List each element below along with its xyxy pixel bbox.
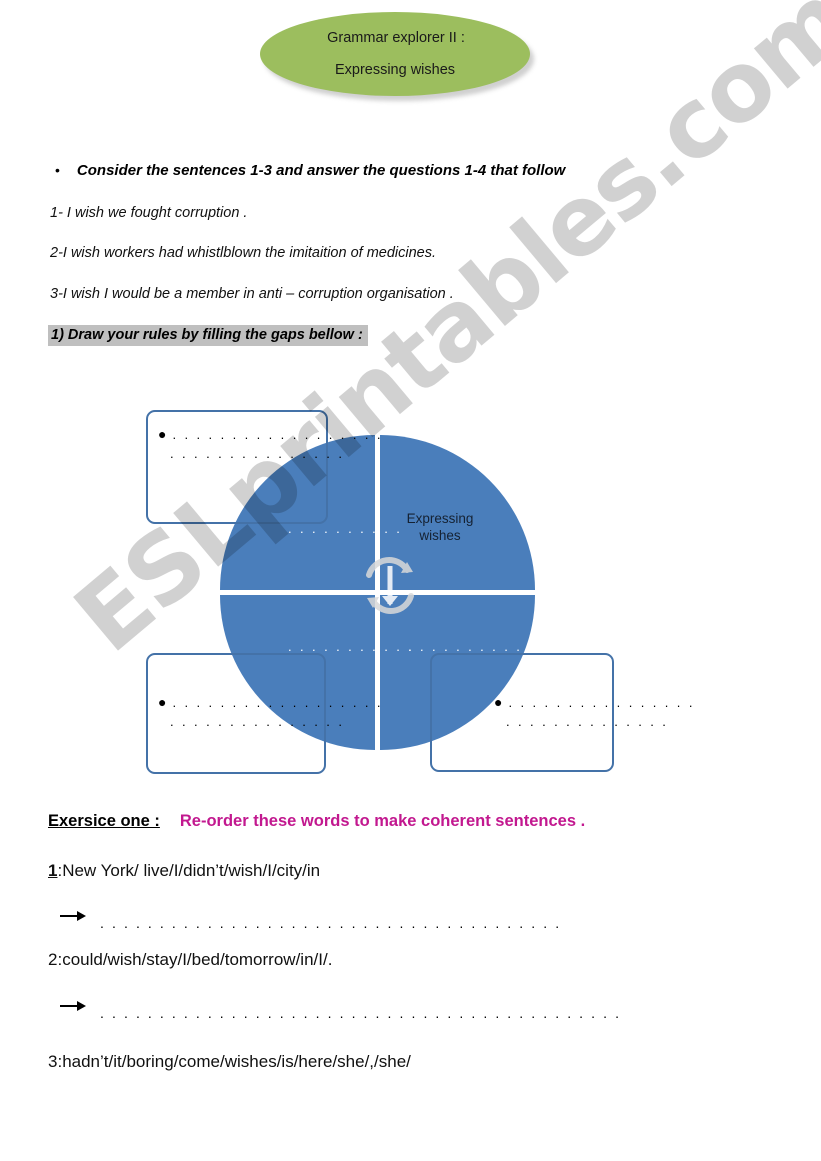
callout-box-top-left[interactable]: ●. . . . . . . . . . . . . . . . . . . .… <box>146 410 380 524</box>
example-sentence-2: 2-I wish workers had whistlblown the imi… <box>50 245 437 261</box>
quadrant-dots-bottom-right: . . . . . . . . . . . <box>408 639 535 654</box>
cycle-arrows-icon <box>366 557 414 614</box>
question-text: :could/wish/stay/I/bed/tomorrow/in/I/. <box>57 950 333 969</box>
callout-bullet-icon: ● <box>494 694 503 710</box>
exercise-heading: Exersice one : Re-order these words to m… <box>48 812 585 831</box>
page-title-line-2: Expressing wishes <box>334 61 456 78</box>
exercise-question-1: 1:New York/ live/I/didn’t/wish/I/city/in <box>48 861 320 881</box>
exercise-question-2: 2:could/wish/stay/I/bed/tomorrow/in/I/. <box>48 950 332 970</box>
callout-line-1: ●. . . . . . . . . . . . . . . . . . <box>158 694 383 710</box>
page-title-line-1: Grammar explorer II : <box>327 30 465 46</box>
instruction-text: Consider the sentences 1-3 and answer th… <box>76 162 566 179</box>
callout-line-2: . . . . . . . . . . . . . . . <box>170 446 345 461</box>
exercise-label: Exersice one : <box>48 812 160 830</box>
callout-box-bottom-right[interactable]: ●. . . . . . . . . . . . . . . . . . . .… <box>430 653 692 772</box>
question-text: :hadn’t/it/boring/come/wishes/is/here/sh… <box>57 1052 411 1071</box>
question-text: :New York/ live/I/didn’t/wish/I/city/in <box>57 861 321 880</box>
callout-line-1: ●. . . . . . . . . . . . . . . . . . <box>158 426 383 442</box>
callout-line-1: ●. . . . . . . . . . . . . . . . <box>494 694 695 710</box>
exercise-question-3: 3:hadn’t/it/boring/come/wishes/is/here/s… <box>48 1052 411 1072</box>
callout-box-bottom-left[interactable]: ●. . . . . . . . . . . . . . . . . . . .… <box>146 653 380 774</box>
arrow-right-icon <box>60 1001 86 1011</box>
center-label-line-2: wishes <box>419 527 461 543</box>
quadrant-dots-bottom-left: . . . . . . . . . . . <box>288 639 415 654</box>
instruction-row: • Consider the sentences 1-3 and answer … <box>55 162 565 179</box>
diagram-center-label: Expressing wishes <box>392 511 488 545</box>
answer-dotted-line: . . . . . . . . . . . . . . . . . . . . … <box>100 1005 622 1021</box>
callout-bullet-icon: ● <box>158 694 167 710</box>
center-label-line-1: Expressing <box>406 511 474 526</box>
answer-dotted-line: . . . . . . . . . . . . . . . . . . . . … <box>100 915 562 931</box>
bullet-icon: • <box>55 162 60 178</box>
answer-row-2[interactable]: . . . . . . . . . . . . . . . . . . . . … <box>60 998 621 1021</box>
exercise-prompt: Re-order these words to make coherent se… <box>179 812 586 830</box>
arrow-right-icon <box>60 911 86 921</box>
callout-line-2: . . . . . . . . . . . . . . <box>506 714 669 729</box>
callout-line-2: . . . . . . . . . . . . . . . <box>170 714 345 729</box>
answer-row-1[interactable]: . . . . . . . . . . . . . . . . . . . . … <box>60 908 561 931</box>
page-title-banner: Grammar explorer II : Expressing wishes <box>260 12 530 96</box>
callout-bullet-icon: ● <box>158 426 167 442</box>
task-heading: 1) Draw your rules by filling the gaps b… <box>48 325 368 346</box>
example-sentence-1: 1- I wish we fought corruption . <box>50 205 248 221</box>
example-sentence-3: 3-I wish I would be a member in anti – c… <box>50 286 454 302</box>
